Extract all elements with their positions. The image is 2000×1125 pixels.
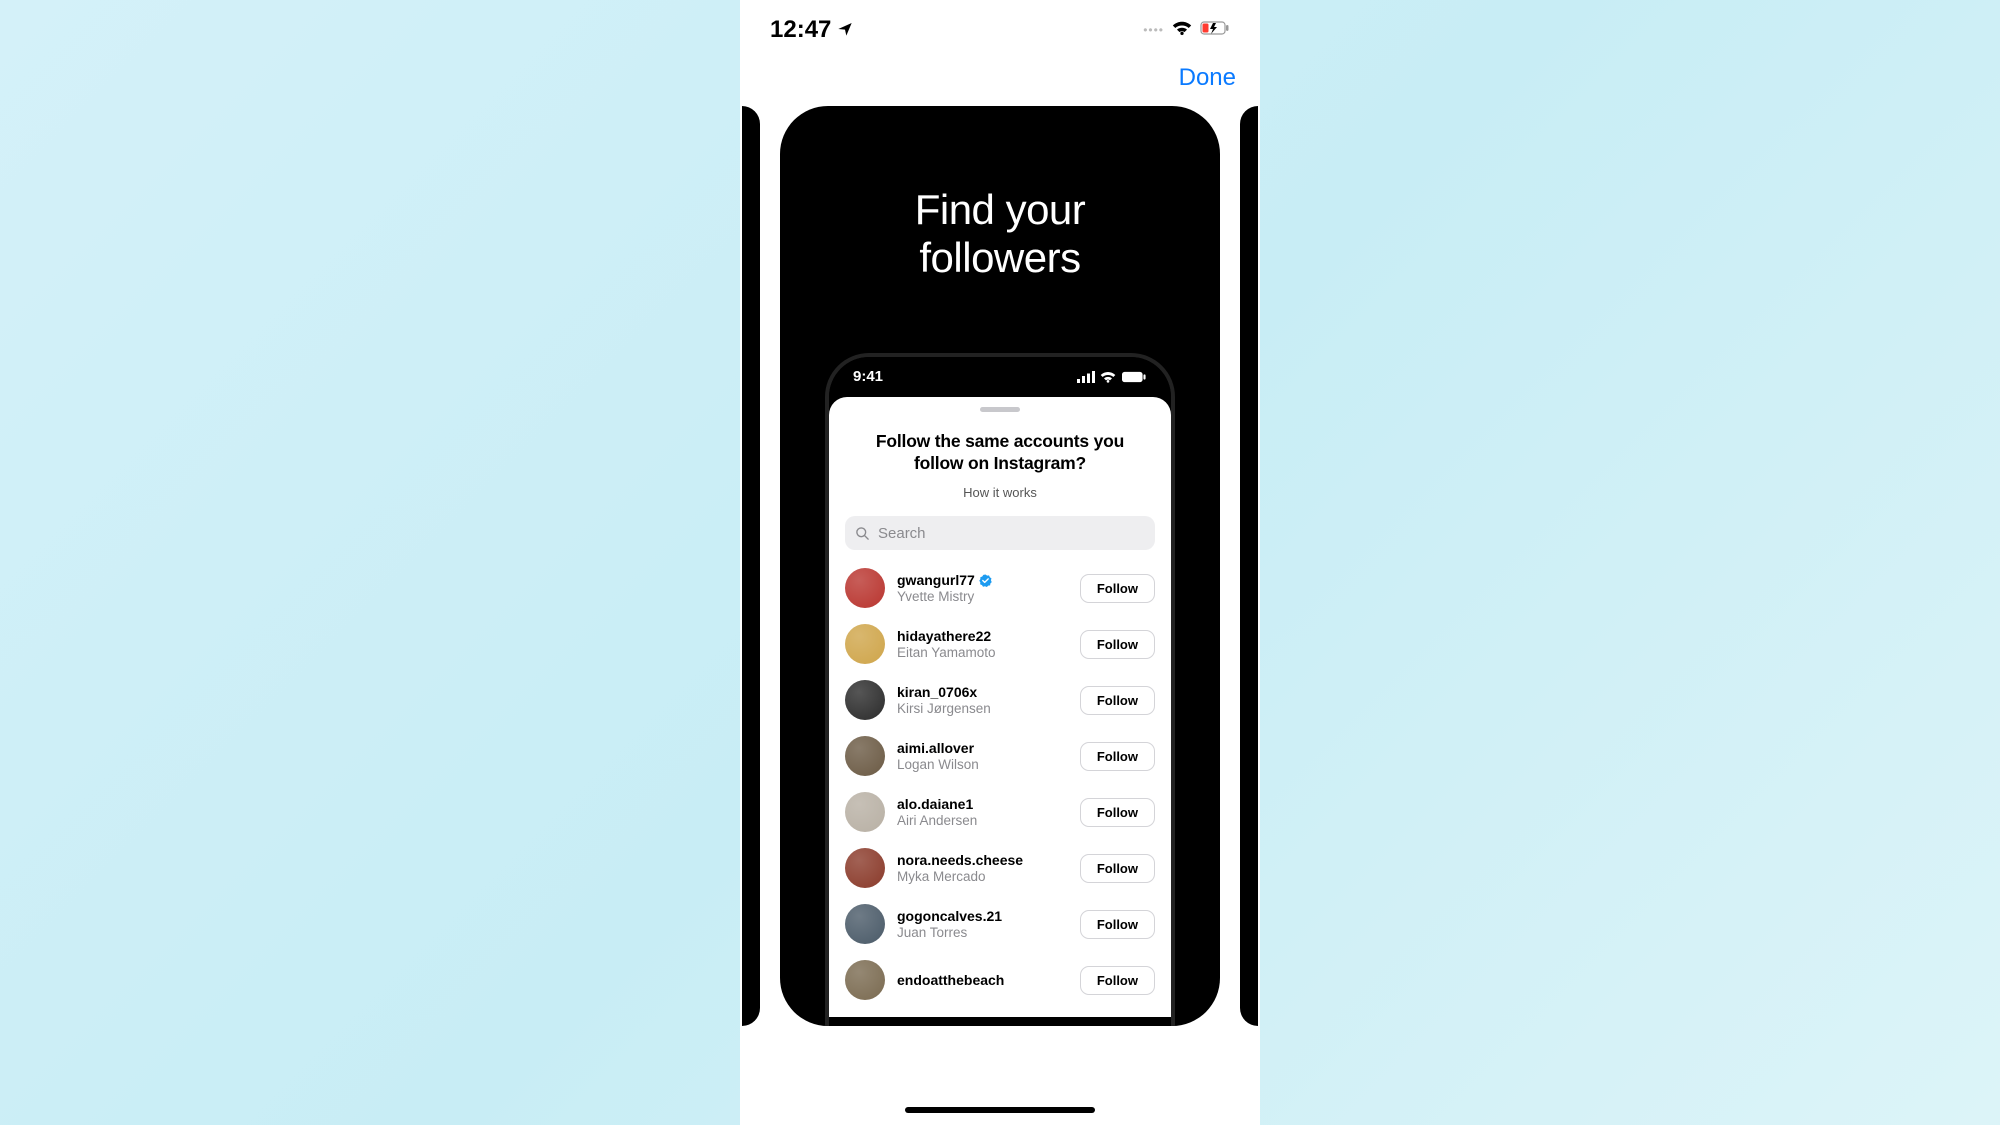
username: gwangurl77: [897, 572, 1068, 588]
app-store-preview-screen: 12:47 •••• Done Find your followers: [740, 0, 1260, 1125]
drag-handle[interactable]: [980, 407, 1020, 412]
cellular-dots-icon: ••••: [1143, 23, 1164, 37]
follow-button[interactable]: Follow: [1080, 630, 1155, 659]
display-name: Juan Torres: [897, 925, 1068, 940]
avatar[interactable]: [845, 624, 885, 664]
nav-bar: Done: [740, 60, 1260, 106]
user-text: endoatthebeach: [897, 972, 1068, 988]
follow-button[interactable]: Follow: [1080, 854, 1155, 883]
home-indicator[interactable]: [905, 1107, 1095, 1113]
display-name: Eitan Yamamoto: [897, 645, 1068, 660]
status-bar: 12:47 ••••: [740, 0, 1260, 60]
preview-title-line: followers: [915, 234, 1086, 282]
mockup-phone: 9:41 Follow the same accounts you follow…: [825, 353, 1175, 1026]
prev-preview-card-edge[interactable]: [742, 106, 760, 1026]
battery-icon: [1121, 371, 1147, 383]
user-row[interactable]: gwangurl77Yvette Mistry Follow: [845, 560, 1155, 616]
battery-low-charging-icon: [1200, 21, 1230, 40]
user-row[interactable]: alo.daiane1Airi Andersen Follow: [845, 784, 1155, 840]
avatar[interactable]: [845, 960, 885, 1000]
display-name: Yvette Mistry: [897, 589, 1068, 604]
username: hidayathere22: [897, 628, 1068, 644]
preview-title: Find your followers: [915, 186, 1086, 283]
status-time: 12:47: [770, 16, 831, 44]
username: kiran_0706x: [897, 684, 1068, 700]
verified-badge-icon: [979, 574, 992, 587]
user-row[interactable]: kiran_0706xKirsi Jørgensen Follow: [845, 672, 1155, 728]
next-preview-card-edge[interactable]: [1240, 106, 1258, 1026]
search-input[interactable]: Search: [845, 516, 1155, 550]
user-row[interactable]: aimi.alloverLogan Wilson Follow: [845, 728, 1155, 784]
search-container: Search: [829, 516, 1171, 560]
user-text: hidayathere22Eitan Yamamoto: [897, 628, 1068, 660]
follow-button[interactable]: Follow: [1080, 910, 1155, 939]
display-name: Myka Mercado: [897, 869, 1068, 884]
wifi-icon: [1172, 20, 1192, 41]
avatar[interactable]: [845, 736, 885, 776]
follow-button[interactable]: Follow: [1080, 742, 1155, 771]
user-row[interactable]: endoatthebeach Follow: [845, 952, 1155, 1008]
avatar[interactable]: [845, 568, 885, 608]
done-button[interactable]: Done: [1179, 64, 1236, 92]
preview-card: Find your followers 9:41 Follow the same…: [780, 106, 1220, 1026]
display-name: Logan Wilson: [897, 757, 1068, 772]
avatar[interactable]: [845, 848, 885, 888]
search-icon: [855, 526, 870, 541]
wifi-icon: [1100, 371, 1116, 383]
username: nora.needs.cheese: [897, 852, 1068, 868]
mockup-status-icons: [1077, 371, 1147, 383]
user-text: kiran_0706xKirsi Jørgensen: [897, 684, 1068, 716]
preview-title-line: Find your: [915, 186, 1086, 234]
cellular-icon: [1077, 371, 1095, 383]
find-followers-sheet: Follow the same accounts you follow on I…: [829, 397, 1171, 1017]
user-text: aimi.alloverLogan Wilson: [897, 740, 1068, 772]
status-left: 12:47: [770, 16, 853, 44]
display-name: Airi Andersen: [897, 813, 1068, 828]
user-row[interactable]: nora.needs.cheeseMyka Mercado Follow: [845, 840, 1155, 896]
mockup-status-bar: 9:41: [829, 357, 1171, 397]
follow-button[interactable]: Follow: [1080, 798, 1155, 827]
user-text: nora.needs.cheeseMyka Mercado: [897, 852, 1068, 884]
username: alo.daiane1: [897, 796, 1068, 812]
user-list: gwangurl77Yvette MistryFollowhidayathere…: [829, 560, 1171, 1008]
search-placeholder: Search: [878, 525, 926, 542]
avatar[interactable]: [845, 680, 885, 720]
user-row[interactable]: gogoncalves.21Juan Torres Follow: [845, 896, 1155, 952]
avatar[interactable]: [845, 904, 885, 944]
status-right: ••••: [1143, 20, 1230, 41]
preview-carousel[interactable]: Find your followers 9:41 Follow the same…: [740, 106, 1260, 1036]
follow-button[interactable]: Follow: [1080, 966, 1155, 995]
username: aimi.allover: [897, 740, 1068, 756]
mockup-time: 9:41: [853, 368, 883, 385]
user-text: gwangurl77Yvette Mistry: [897, 572, 1068, 604]
follow-button[interactable]: Follow: [1080, 574, 1155, 603]
display-name: Kirsi Jørgensen: [897, 701, 1068, 716]
avatar[interactable]: [845, 792, 885, 832]
username: endoatthebeach: [897, 972, 1068, 988]
how-it-works-link[interactable]: How it works: [829, 485, 1171, 500]
location-icon: [837, 16, 853, 44]
sheet-title: Follow the same accounts you follow on I…: [829, 430, 1171, 476]
username: gogoncalves.21: [897, 908, 1068, 924]
follow-button[interactable]: Follow: [1080, 686, 1155, 715]
user-row[interactable]: hidayathere22Eitan Yamamoto Follow: [845, 616, 1155, 672]
user-text: gogoncalves.21Juan Torres: [897, 908, 1068, 940]
user-text: alo.daiane1Airi Andersen: [897, 796, 1068, 828]
